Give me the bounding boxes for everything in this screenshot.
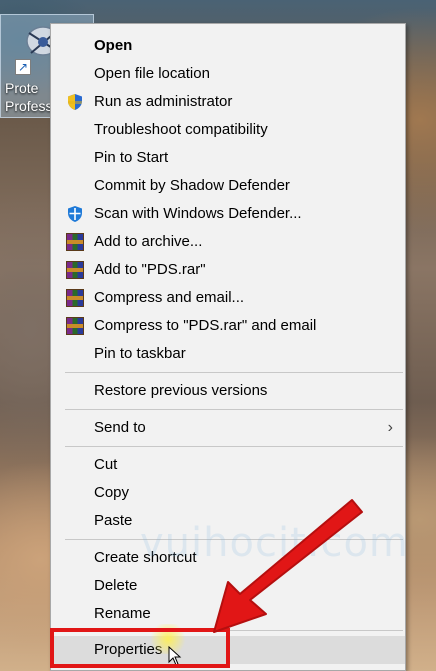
annotation-arrow-icon xyxy=(213,499,363,633)
